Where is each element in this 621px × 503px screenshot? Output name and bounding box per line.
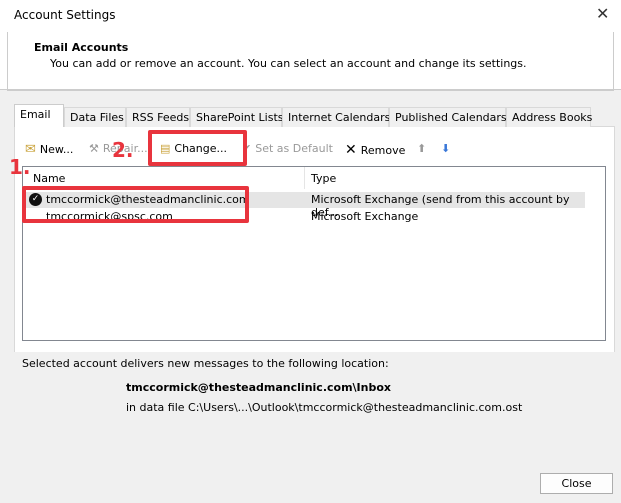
set-default-button[interactable]: ✔ Set as Default xyxy=(242,142,333,155)
footer-divider xyxy=(0,455,621,456)
delivery-label: Selected account delivers new messages t… xyxy=(22,357,389,370)
arrow-down-icon: ⬇ xyxy=(441,142,451,155)
account-type: Microsoft Exchange xyxy=(311,210,419,223)
window-title: Account Settings xyxy=(14,8,116,22)
tab-address-books[interactable]: Address Books xyxy=(506,107,592,127)
column-header-name[interactable]: Name xyxy=(33,172,65,185)
new-button[interactable]: ✉ New... xyxy=(25,142,73,157)
tab-internet-calendars[interactable]: Internet Calendars xyxy=(282,107,390,127)
remove-button[interactable]: ✕ Remove xyxy=(345,142,405,158)
highlight-box-account xyxy=(22,186,249,223)
highlight-box-change xyxy=(148,130,247,166)
close-icon[interactable]: ✕ xyxy=(596,4,609,23)
tab-data-files[interactable]: Data Files xyxy=(64,107,126,127)
tab-published-calendars[interactable]: Published Calendars xyxy=(389,107,507,127)
arrow-up-icon: ⬆ xyxy=(417,142,427,155)
header-subtitle: You can add or remove an account. You ca… xyxy=(50,57,527,70)
remove-icon: ✕ xyxy=(345,142,357,158)
column-divider[interactable] xyxy=(304,167,305,189)
tab-rss-feeds[interactable]: RSS Feeds xyxy=(126,107,190,127)
move-up-button[interactable]: ⬆ xyxy=(417,142,426,155)
tab-sharepoint-lists[interactable]: SharePoint Lists xyxy=(190,107,284,127)
header-title: Email Accounts xyxy=(34,41,129,54)
column-header-type[interactable]: Type xyxy=(311,172,336,185)
close-button[interactable]: Close xyxy=(540,473,613,494)
delivery-folder: tmccormick@thesteadmanclinic.com\Inbox xyxy=(126,381,392,394)
header: Email Accounts You can add or remove an … xyxy=(0,32,621,90)
step-1-label: 1. xyxy=(9,155,31,179)
step-2-label: 2. xyxy=(112,138,134,162)
tab-email[interactable]: Email xyxy=(14,104,64,127)
repair-icon: ⚒ xyxy=(89,142,99,155)
move-down-button[interactable]: ⬇ xyxy=(441,142,450,155)
delivery-file: in data file C:\Users\...\Outlook\tmccor… xyxy=(126,401,523,414)
